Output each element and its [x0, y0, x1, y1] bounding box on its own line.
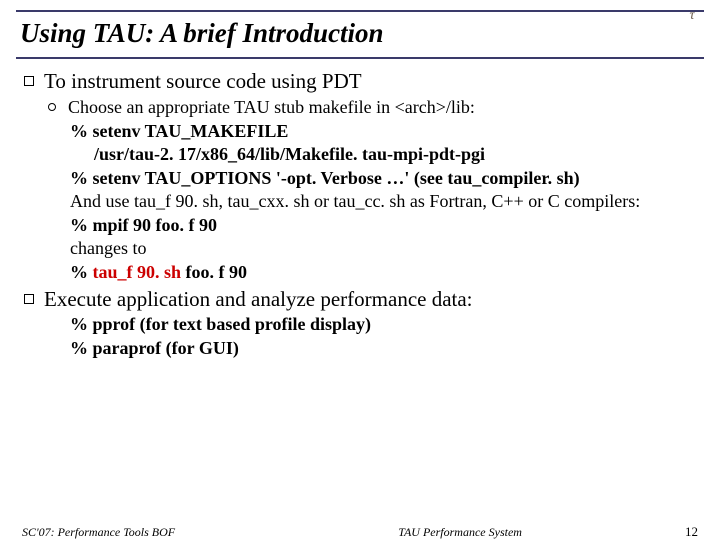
subbullet-1: Choose an appropriate TAU stub makefile …: [48, 96, 696, 119]
bullet-1-text: To instrument source code using PDT: [44, 69, 362, 94]
cmd-setenv-makefile-1: % setenv TAU_MAKEFILE: [70, 120, 696, 143]
cmd-mpif90: % mpif 90 foo. f 90: [70, 214, 696, 237]
cmd-pprof: % pprof (for text based profile display): [70, 313, 696, 336]
cmd-tau-f90: % tau_f 90. sh foo. f 90: [70, 261, 696, 284]
bullet-2: Execute application and analyze performa…: [24, 287, 696, 312]
bullet-1-sub: Choose an appropriate TAU stub makefile …: [70, 96, 696, 283]
cmd-setenv-options: % setenv TAU_OPTIONS '-opt. Verbose …' (…: [70, 167, 696, 190]
subbullet-1-text: Choose an appropriate TAU stub makefile …: [68, 96, 475, 119]
cmd-setenv-makefile-2: /usr/tau-2. 17/x86_64/lib/Makefile. tau-…: [94, 143, 696, 166]
slide-title: Using TAU: A brief Introduction: [16, 18, 704, 49]
slide-content: To instrument source code using PDT Choo…: [0, 59, 720, 359]
footer-left: SC'07: Performance Tools BOF: [22, 525, 175, 540]
cmd-red: tau_f 90. sh: [93, 262, 182, 282]
tau-logo-icon: τ: [682, 6, 702, 26]
cmd-prefix: %: [70, 262, 93, 282]
cmd-paraprof: % paraprof (for GUI): [70, 337, 696, 360]
square-bullet-icon: [24, 294, 34, 304]
page-number: 12: [685, 524, 698, 540]
changes-to: changes to: [70, 237, 696, 260]
compilers-note: And use tau_f 90. sh, tau_cxx. sh or tau…: [70, 190, 696, 213]
footer: SC'07: Performance Tools BOF TAU Perform…: [0, 524, 720, 540]
bullet-1: To instrument source code using PDT: [24, 69, 696, 94]
bullet-2-text: Execute application and analyze performa…: [44, 287, 473, 312]
cmd-suffix: foo. f 90: [181, 262, 247, 282]
bullet-2-sub: % pprof (for text based profile display)…: [70, 313, 696, 359]
circle-bullet-icon: [48, 103, 56, 111]
square-bullet-icon: [24, 76, 34, 86]
footer-center: TAU Performance System: [235, 525, 685, 540]
title-bar: Using TAU: A brief Introduction τ: [16, 10, 704, 59]
